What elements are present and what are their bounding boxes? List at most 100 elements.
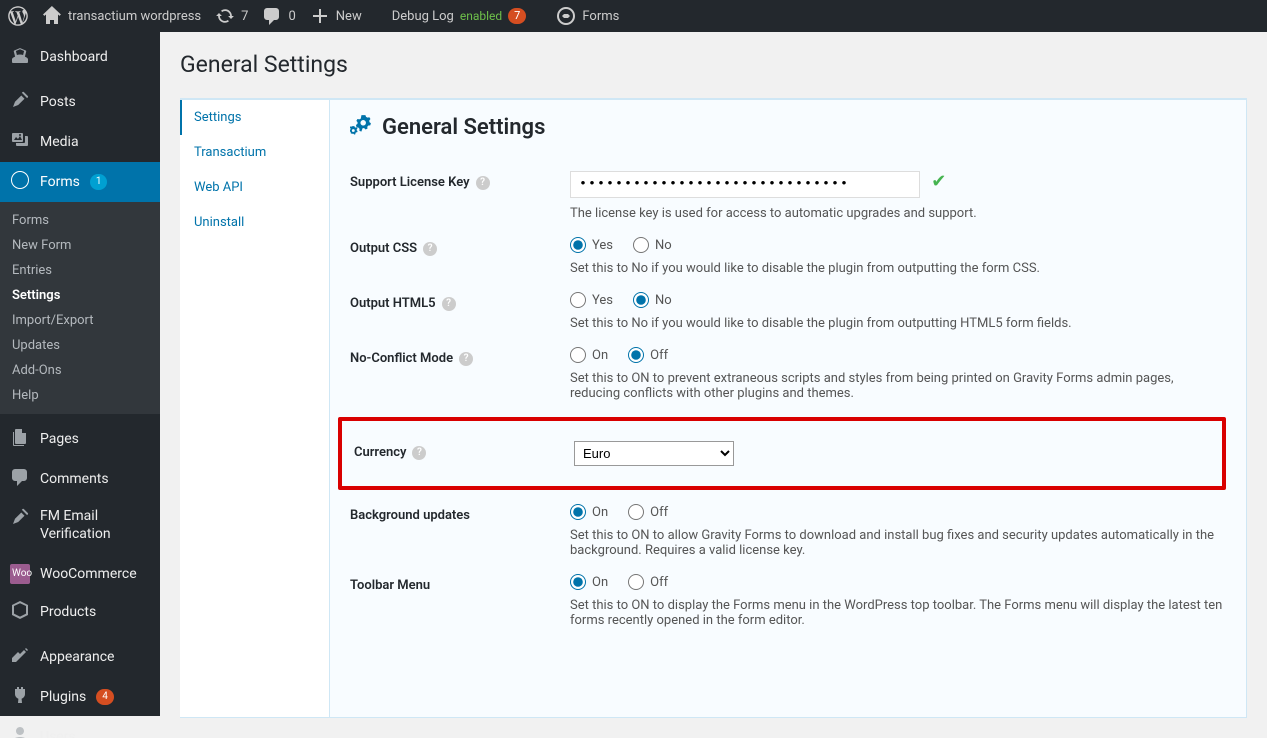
bg-updates-off[interactable]: Off (628, 504, 668, 520)
site-name[interactable]: transactium wordpress (42, 0, 201, 32)
submenu-add-ons[interactable]: Add-Ons (0, 358, 160, 383)
menu-media-label: Media (40, 133, 79, 151)
admin-menu: Dashboard Posts Media Forms 1 Forms New … (0, 32, 160, 716)
help-icon[interactable]: ? (423, 242, 437, 256)
output-css-desc: Set this to No if you would like to disa… (570, 261, 1226, 276)
menu-woocommerce[interactable]: Woo WooCommerce (0, 556, 160, 592)
gravityforms-icon (10, 170, 30, 194)
comments-link[interactable]: 0 (262, 0, 295, 32)
menu-media[interactable]: Media (0, 122, 160, 162)
menu-woocommerce-label: WooCommerce (40, 565, 137, 583)
site-name-label: transactium wordpress (68, 9, 201, 24)
menu-dashboard[interactable]: Dashboard (0, 37, 160, 77)
submenu-updates[interactable]: Updates (0, 333, 160, 358)
submenu-help[interactable]: Help (0, 383, 160, 408)
submenu-new-form[interactable]: New Form (0, 233, 160, 258)
update-icon (215, 6, 235, 26)
tab-settings[interactable]: Settings (180, 100, 329, 135)
debug-log-label: Debug Log (392, 9, 454, 24)
tab-webapi[interactable]: Web API (180, 170, 329, 205)
help-icon[interactable]: ? (459, 352, 473, 366)
tab-transactium[interactable]: Transactium (180, 135, 329, 170)
settings-tabs: Settings Transactium Web API Uninstall (180, 99, 330, 718)
page-title: General Settings (180, 42, 1247, 98)
menu-products-label: Products (40, 603, 96, 621)
plus-icon (310, 6, 330, 26)
menu-comments-label: Comments (40, 470, 109, 488)
row-license: Support License Key ? ✔ The license key … (350, 171, 1226, 221)
forms-submenu: Forms New Form Entries Settings Import/E… (0, 202, 160, 414)
output-html5-desc: Set this to No if you would like to disa… (570, 316, 1226, 331)
wordpress-icon (8, 6, 28, 26)
pin-icon-2 (10, 507, 30, 531)
output-css-no[interactable]: No (633, 237, 672, 253)
help-icon[interactable]: ? (442, 297, 456, 311)
pages-icon (10, 427, 30, 451)
menu-pages[interactable]: Pages (0, 419, 160, 459)
license-input[interactable] (570, 171, 920, 198)
toolbar-off[interactable]: Off (628, 574, 668, 590)
menu-forms[interactable]: Forms 1 (0, 162, 160, 202)
currency-highlight: Currency ? Euro (338, 417, 1226, 490)
bg-updates-desc: Set this to ON to allow Gravity Forms to… (570, 528, 1226, 558)
menu-plugins-label: Plugins (40, 688, 86, 706)
noconflict-on[interactable]: On (570, 347, 608, 363)
submenu-settings[interactable]: Settings (0, 283, 160, 308)
plugins-update-badge: 4 (96, 689, 114, 705)
comments-count: 0 (288, 9, 295, 24)
products-icon (10, 600, 30, 624)
menu-comments[interactable]: Comments (0, 459, 160, 499)
toolbar-desc: Set this to ON to display the Forms menu… (570, 598, 1226, 628)
menu-plugins[interactable]: Plugins 4 (0, 677, 160, 717)
panel-heading: General Settings (350, 114, 1226, 141)
new-content-link[interactable]: New (310, 0, 362, 32)
panel-title-text: General Settings (382, 115, 545, 140)
menu-appearance[interactable]: Appearance (0, 637, 160, 677)
output-html5-no[interactable]: No (633, 292, 672, 308)
home-icon (42, 6, 62, 26)
label-license: Support License Key ? (350, 171, 570, 190)
menu-products[interactable]: Products (0, 592, 160, 632)
forms-update-badge: 1 (90, 174, 108, 190)
dashboard-icon (10, 45, 30, 69)
row-currency: Currency ? Euro (342, 441, 1210, 466)
updates-link[interactable]: 7 (215, 0, 248, 32)
bg-updates-on[interactable]: On (570, 504, 608, 520)
wp-logo[interactable] (8, 0, 28, 32)
toolbar-on[interactable]: On (570, 574, 608, 590)
menu-appearance-label: Appearance (40, 648, 114, 666)
check-icon: ✔ (931, 171, 946, 192)
submenu-import-export[interactable]: Import/Export (0, 308, 160, 333)
label-output-html5: Output HTML5 ? (350, 292, 570, 311)
admin-bar: transactium wordpress 7 0 New Debug Log … (0, 0, 1267, 32)
label-bg-updates: Background updates (350, 504, 570, 523)
currency-select[interactable]: Euro (574, 441, 734, 466)
plugins-icon (10, 685, 30, 709)
output-html5-yes[interactable]: Yes (570, 292, 613, 308)
debug-log-link[interactable]: Debug Log enabled 7 (392, 0, 527, 32)
output-css-yes[interactable]: Yes (570, 237, 613, 253)
gears-icon (350, 114, 372, 141)
row-noconflict: No-Conflict Mode ? On Off Set this to ON… (350, 347, 1226, 401)
submenu-forms[interactable]: Forms (0, 208, 160, 233)
submenu-entries[interactable]: Entries (0, 258, 160, 283)
label-output-css: Output CSS ? (350, 237, 570, 256)
row-toolbar: Toolbar Menu On Off Set this to ON to di… (350, 574, 1226, 628)
settings-panel: General Settings Support License Key ? ✔… (330, 99, 1247, 718)
updates-count: 7 (241, 9, 248, 24)
menu-posts[interactable]: Posts (0, 82, 160, 122)
tab-uninstall[interactable]: Uninstall (180, 205, 329, 240)
comments-icon (262, 6, 282, 26)
license-desc: The license key is used for access to au… (570, 206, 1226, 221)
menu-fm-email[interactable]: FM Email Verification (0, 499, 160, 551)
menu-dashboard-label: Dashboard (40, 48, 108, 66)
settings-wrap: Settings Transactium Web API Uninstall G… (180, 98, 1247, 718)
media-icon (10, 130, 30, 154)
help-icon[interactable]: ? (476, 176, 490, 190)
help-icon[interactable]: ? (412, 446, 426, 460)
forms-link[interactable]: Forms (556, 0, 619, 32)
menu-posts-label: Posts (40, 93, 76, 111)
debug-count-badge: 7 (508, 8, 526, 24)
noconflict-off[interactable]: Off (628, 347, 668, 363)
page-body: General Settings Settings Transactium We… (160, 32, 1267, 738)
